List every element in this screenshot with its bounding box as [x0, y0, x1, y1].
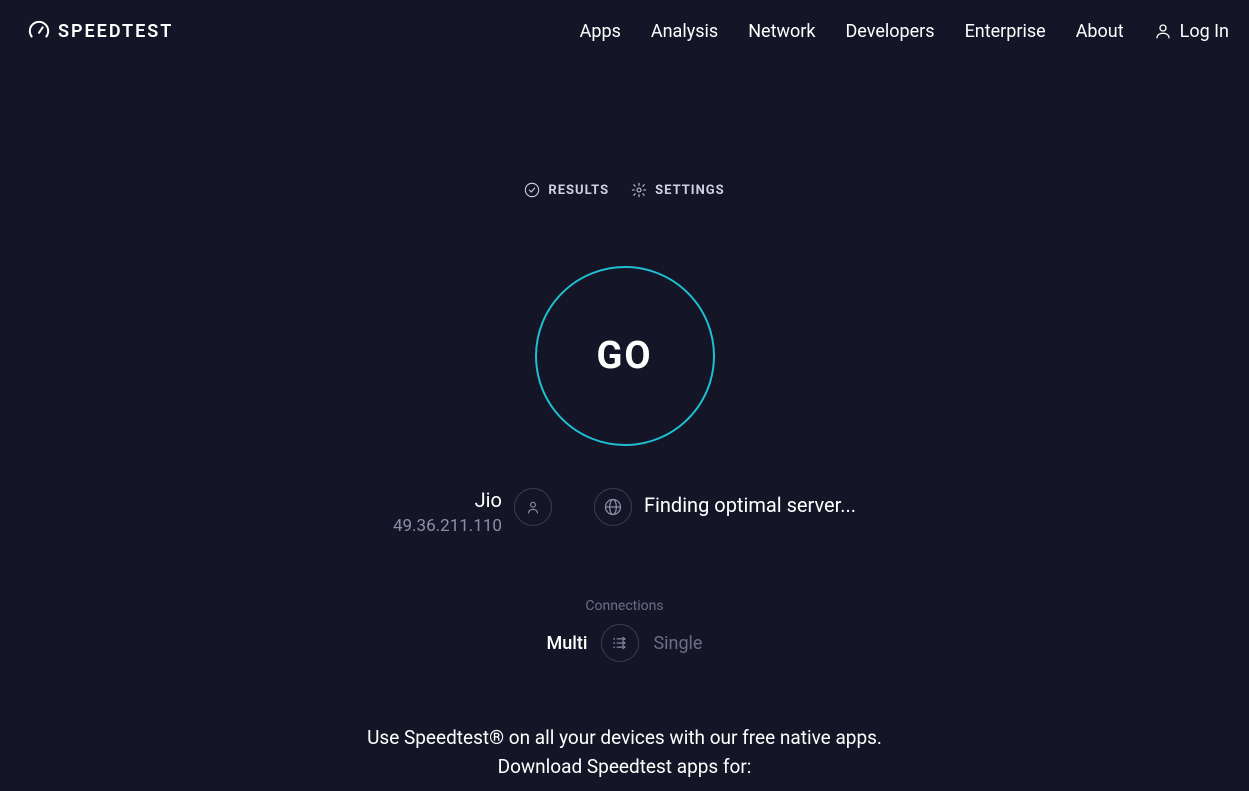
- nav-developers[interactable]: Developers: [845, 21, 934, 42]
- go-container: GO: [0, 266, 1249, 446]
- user-icon: [1154, 22, 1172, 40]
- nav-apps[interactable]: Apps: [580, 21, 621, 42]
- go-button[interactable]: GO: [535, 266, 715, 446]
- server-block: Finding optimal server...: [594, 488, 856, 526]
- login-link[interactable]: Log In: [1154, 21, 1229, 42]
- connections-section: Connections Multi Single: [0, 598, 1249, 662]
- isp-block: Jio 49.36.211.110: [393, 488, 552, 536]
- nav-enterprise[interactable]: Enterprise: [965, 21, 1046, 42]
- nav-analysis[interactable]: Analysis: [651, 21, 718, 42]
- checkmark-icon: [524, 182, 540, 198]
- isp-ip: 49.36.211.110: [393, 516, 502, 536]
- tab-results[interactable]: RESULTS: [524, 182, 609, 198]
- isp-name: Jio: [393, 488, 502, 512]
- main-nav: Apps Analysis Network Developers Enterpr…: [580, 21, 1229, 42]
- header: SPEEDTEST Apps Analysis Network Develope…: [0, 0, 1249, 62]
- brand-name: SPEEDTEST: [58, 21, 173, 42]
- toggle-multi[interactable]: Multi: [547, 633, 588, 654]
- server-status: Finding optimal server...: [644, 488, 856, 517]
- promo-line-2: Download Speedtest apps for:: [0, 753, 1249, 782]
- gear-icon: [631, 182, 647, 198]
- footer-promo: Use Speedtest® on all your devices with …: [0, 724, 1249, 781]
- go-label: GO: [596, 334, 652, 378]
- isp-text: Jio 49.36.211.110: [393, 488, 502, 536]
- connections-label: Connections: [585, 598, 663, 614]
- toggle-single[interactable]: Single: [653, 633, 702, 654]
- nav-about[interactable]: About: [1076, 21, 1124, 42]
- speedtest-gauge-icon: [28, 20, 50, 42]
- tab-results-label: RESULTS: [548, 183, 609, 198]
- tab-settings-label: SETTINGS: [655, 183, 725, 198]
- globe-icon[interactable]: [594, 488, 632, 526]
- promo-line-1: Use Speedtest® on all your devices with …: [0, 724, 1249, 753]
- brand-logo[interactable]: SPEEDTEST: [28, 20, 173, 42]
- login-label: Log In: [1180, 21, 1229, 42]
- tab-settings[interactable]: SETTINGS: [631, 182, 725, 198]
- connections-toggle-icon[interactable]: [601, 624, 639, 662]
- info-row: Jio 49.36.211.110 Finding optimal server…: [0, 488, 1249, 536]
- nav-network[interactable]: Network: [748, 21, 815, 42]
- connections-toggle: Multi Single: [547, 624, 703, 662]
- top-tabs: RESULTS SETTINGS: [0, 182, 1249, 198]
- isp-user-icon[interactable]: [514, 488, 552, 526]
